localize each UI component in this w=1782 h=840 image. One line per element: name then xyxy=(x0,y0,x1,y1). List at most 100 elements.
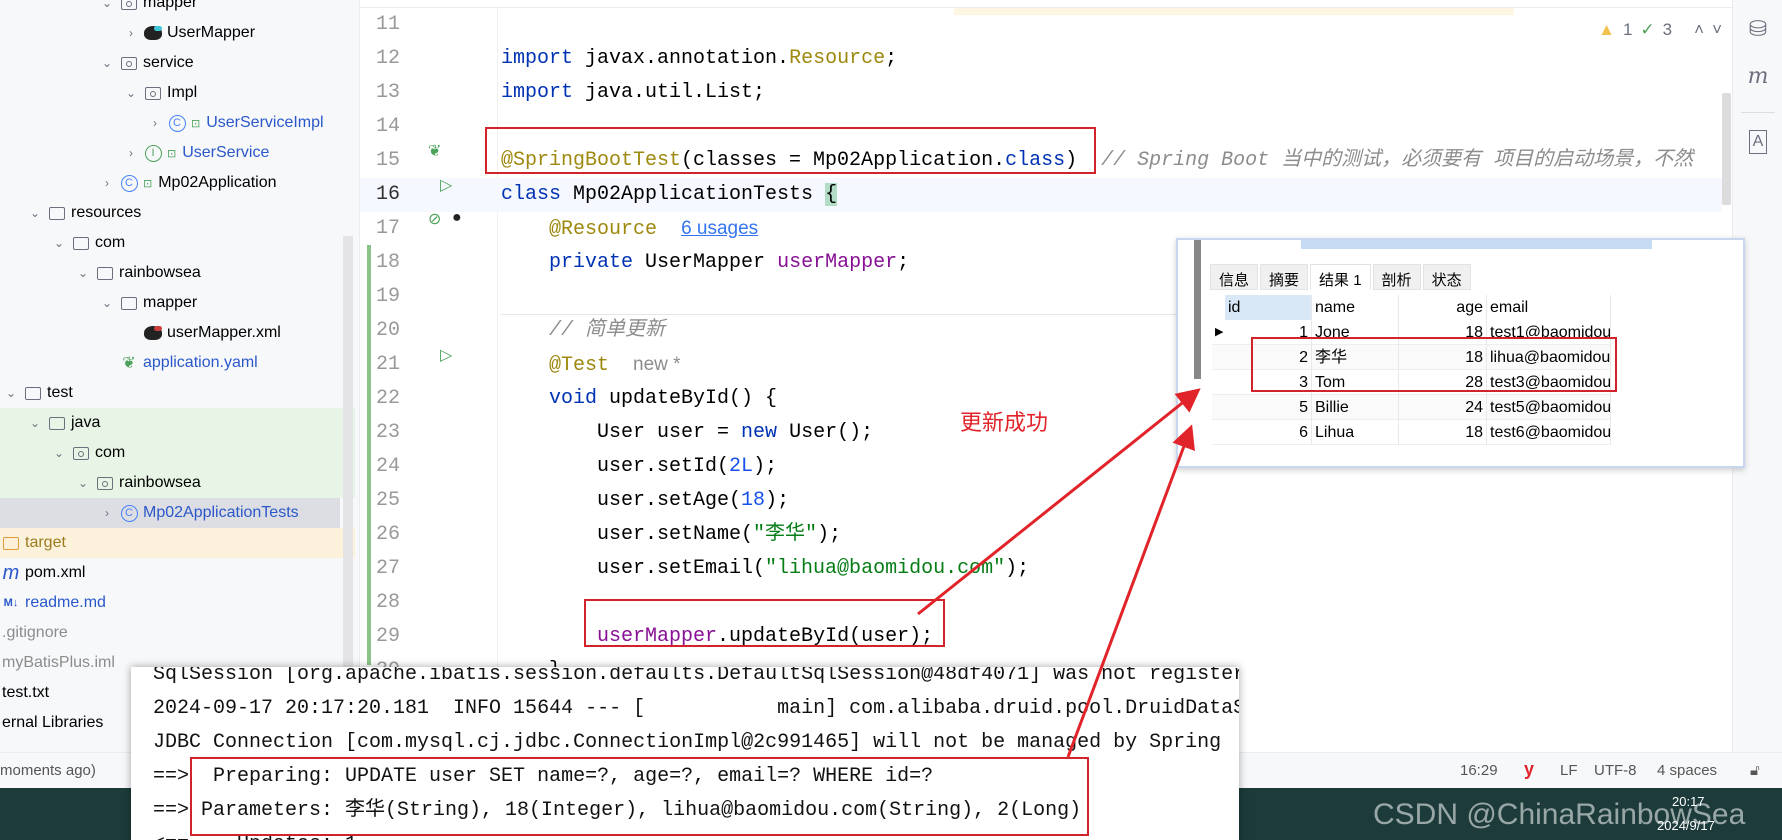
table-cell[interactable]: 李华 xyxy=(1312,344,1399,370)
tree-item[interactable]: ⌄ java xyxy=(0,408,355,438)
tree-item[interactable]: ⌄ service xyxy=(0,48,355,78)
chevron-down-icon[interactable]: ⌄ xyxy=(100,56,114,70)
chevron-down-icon[interactable]: ⌄ xyxy=(100,0,114,10)
chevron-down-icon[interactable]: ⌄ xyxy=(28,206,42,220)
code-line[interactable]: 16 class Mp02ApplicationTests { xyxy=(360,178,1722,212)
tree-item[interactable]: target xyxy=(0,528,355,558)
chevron-right-icon[interactable]: › xyxy=(148,116,162,130)
database-icon[interactable]: ⛁ xyxy=(1745,16,1771,42)
chevron-right-icon[interactable]: › xyxy=(100,506,114,520)
tree-item[interactable]: ⌄ rainbowsea xyxy=(0,468,355,498)
next-highlight-icon[interactable]: ˅ xyxy=(1712,20,1722,40)
chevron-down-icon[interactable]: ⌄ xyxy=(76,266,90,280)
table-cell[interactable]: lihua@baomidou xyxy=(1487,344,1611,370)
result-tab[interactable]: 摘要 xyxy=(1260,264,1309,290)
code-text[interactable]: void updateById() { xyxy=(501,382,777,416)
table-cell[interactable]: test1@baomidou xyxy=(1487,319,1611,345)
chevron-down-icon[interactable]: ⌄ xyxy=(124,86,138,100)
table-cell[interactable]: 5 xyxy=(1225,394,1312,420)
code-line[interactable]: 15 @SpringBootTest(classes = Mp02Applicat… xyxy=(360,144,1722,178)
file-encoding[interactable]: UTF-8 xyxy=(1594,762,1637,779)
table-cell[interactable]: 1 xyxy=(1225,319,1312,345)
table-cell[interactable]: Jone xyxy=(1312,319,1399,345)
tree-item[interactable]: ⌄ com xyxy=(0,438,355,468)
column-header[interactable]: id xyxy=(1225,294,1312,320)
code-text[interactable]: // 简单更新 xyxy=(501,314,665,348)
table-cell[interactable]: 2 xyxy=(1225,344,1312,370)
chevron-down-icon[interactable]: ⌄ xyxy=(52,446,66,460)
clock-time[interactable]: 20:17 xyxy=(1672,794,1705,809)
tree-item[interactable]: ⌄ test xyxy=(0,378,355,408)
code-text[interactable]: @SpringBootTest(classes = Mp02Applicatio… xyxy=(501,144,1693,178)
tree-item[interactable]: ❦ application.yaml xyxy=(0,348,355,378)
code-line[interactable]: 26 user.setName("李华"); xyxy=(360,518,1722,552)
chevron-right-icon[interactable]: › xyxy=(124,146,138,160)
code-text[interactable]: user.setName("李华"); xyxy=(501,518,841,552)
tree-item[interactable]: M↓ readme.md xyxy=(0,588,355,618)
code-line[interactable]: 13 import java.util.List; xyxy=(360,76,1722,110)
code-line[interactable]: 11 xyxy=(360,8,1722,42)
inspection-widget[interactable]: ▲ 1 ✓ 3 ˄ ˅ xyxy=(1598,20,1732,40)
chevron-down-icon[interactable]: ⌄ xyxy=(76,476,90,490)
table-cell[interactable]: test6@baomidou xyxy=(1487,419,1611,445)
maven-icon[interactable]: m xyxy=(1745,64,1771,89)
table-cell[interactable]: Billie xyxy=(1312,394,1399,420)
result-tab[interactable]: 状态 xyxy=(1422,264,1471,290)
result-tab[interactable]: 结果 1 xyxy=(1310,264,1371,290)
table-cell[interactable]: 18 xyxy=(1399,344,1487,370)
run-test-icon[interactable]: ▷ xyxy=(440,345,452,365)
table-row[interactable]: 6 Lihua 18 test6@baomidou xyxy=(1212,419,1611,445)
table-cell[interactable]: test3@baomidou xyxy=(1487,369,1611,395)
previous-highlight-icon[interactable]: ˄ xyxy=(1694,20,1704,40)
chevron-down-icon[interactable]: ⌄ xyxy=(28,416,42,430)
tree-item[interactable]: › I ⊡ UserService xyxy=(0,138,355,168)
table-cell[interactable]: 3 xyxy=(1225,369,1312,395)
clock-date[interactable]: 2024/9/17 xyxy=(1657,818,1715,833)
code-line[interactable]: 12 import javax.annotation.Resource; xyxy=(360,42,1722,76)
result-tab[interactable]: 剖析 xyxy=(1372,264,1421,290)
code-text[interactable]: User user = new User(); xyxy=(501,416,873,450)
tree-item[interactable]: ⌄ mapper xyxy=(0,0,355,18)
code-text[interactable]: class Mp02ApplicationTests { xyxy=(501,178,838,212)
tree-item[interactable]: m pom.xml xyxy=(0,558,355,588)
chevron-right-icon[interactable]: › xyxy=(124,26,138,40)
indent-setting[interactable]: 4 spaces xyxy=(1657,762,1717,779)
code-text[interactable]: @Test new * xyxy=(501,348,681,383)
table-cell[interactable]: Lihua xyxy=(1312,419,1399,445)
code-text[interactable]: user.setAge(18); xyxy=(501,484,789,518)
caret-position[interactable]: 16:29 xyxy=(1460,762,1498,779)
ai-assistant-icon[interactable]: A xyxy=(1749,130,1767,154)
code-text[interactable]: private UserMapper userMapper; xyxy=(501,246,909,280)
lock-icon[interactable]: 🔓︎ xyxy=(1750,762,1760,779)
code-line[interactable]: 28 xyxy=(360,586,1722,620)
usages-link[interactable]: 6 usages xyxy=(681,218,758,239)
table-row[interactable]: 2 李华 18 lihua@baomidou xyxy=(1212,344,1611,370)
mybatis-bird-icon[interactable]: ● xyxy=(452,209,462,227)
yaml-plugin-icon[interactable]: y xyxy=(1524,759,1534,780)
code-line[interactable]: 29 userMapper.updateById(user); xyxy=(360,620,1722,654)
code-text[interactable]: user.setEmail("lihua@baomidou.com"); xyxy=(501,552,1029,586)
chevron-right-icon[interactable]: › xyxy=(100,176,114,190)
table-cell[interactable]: 18 xyxy=(1399,319,1487,345)
navigate-to-bean-icon[interactable]: ⊘ xyxy=(428,209,441,229)
column-header[interactable]: email xyxy=(1487,294,1611,320)
table-cell[interactable]: 6 xyxy=(1225,419,1312,445)
code-line[interactable]: 14 xyxy=(360,110,1722,144)
column-header[interactable]: name xyxy=(1312,294,1399,320)
table-row[interactable]: ▶ 1 Jone 18 test1@baomidou xyxy=(1212,319,1611,345)
table-row[interactable]: 5 Billie 24 test5@baomidou xyxy=(1212,394,1611,420)
tree-item[interactable]: ⌄ Impl xyxy=(0,78,355,108)
tree-item[interactable]: › C ⊡ UserServiceImpl xyxy=(0,108,355,138)
tree-item[interactable]: › C Mp02ApplicationTests xyxy=(0,498,340,528)
chevron-down-icon[interactable]: ⌄ xyxy=(52,236,66,250)
editor-scrollbar[interactable] xyxy=(1722,93,1731,205)
code-text[interactable]: user.setId(2L); xyxy=(501,450,777,484)
chevron-down-icon[interactable]: ⌄ xyxy=(4,386,18,400)
tree-item[interactable]: ⌄ com xyxy=(0,228,355,258)
code-text[interactable]: import javax.annotation.Resource; xyxy=(501,42,897,76)
table-cell[interactable]: test5@baomidou xyxy=(1487,394,1611,420)
panel-scrollbar[interactable] xyxy=(1194,240,1201,379)
tree-item[interactable]: userMapper.xml xyxy=(0,318,355,348)
tree-item[interactable]: ⌄ resources xyxy=(0,198,355,228)
result-tab[interactable]: 信息 xyxy=(1210,264,1259,290)
